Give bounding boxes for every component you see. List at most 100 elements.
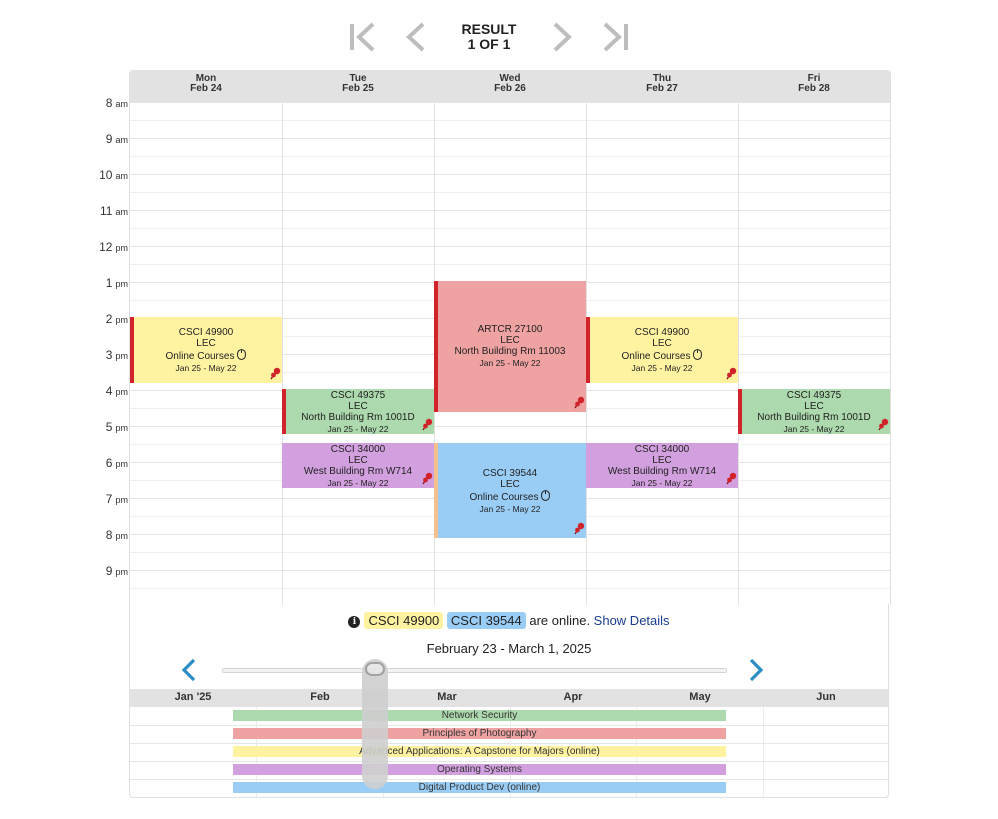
event-csci-34000-tue[interactable]: CSCI 34000 LEC West Building Rm W714 Jan… [282,443,434,488]
timeline-header: Jan '25 Feb Mar Apr May Jun [130,689,888,707]
result-label: RESULT [461,21,517,37]
previous-week-arrow-icon[interactable] [178,657,200,683]
first-result-button[interactable] [346,20,380,54]
half-hour-gridline [130,588,890,589]
calendar-header: Mon Feb 24 Tue Feb 25 Wed Feb 26 Thu Feb 27 … [130,71,890,102]
chevron-left-icon [406,22,425,52]
pushpin-icon[interactable] [877,418,889,432]
event-artcr-27100-wed[interactable]: ARTCR 27100 LEC North Building Rm 11003 … [434,281,586,412]
hour-label: 4 pm [105,384,128,398]
month-label: Jun [816,691,836,703]
next-week-arrow-icon[interactable] [745,657,767,683]
event-csci-49375-fri[interactable]: CSCI 49375 LEC North Building Rm 1001D J… [738,389,890,434]
hour-label: 2 pm [105,312,128,326]
hour-label: 8 pm [105,528,128,542]
event-type: LEC [652,338,672,349]
half-hour-gridline [130,228,890,229]
event-type: LEC [500,479,520,490]
day-header-mon: Mon Feb 24 [190,73,222,94]
month-label: Jan '25 [174,691,212,703]
hour-gridline [130,102,890,103]
event-location: Online Courses [434,490,586,503]
pushpin-icon[interactable] [725,367,737,381]
event-dates: Jan 25 - May 22 [175,363,237,373]
pushpin-icon[interactable] [725,472,737,486]
last-page-icon [603,22,628,52]
event-csci-39544-wed[interactable]: CSCI 39544 LEC Online Courses Jan 25 - M… [434,443,586,538]
event-dates: Jan 25 - May 22 [479,504,541,514]
hour-label: 7 pm [105,492,128,506]
event-course: CSCI 39544 [482,468,538,479]
event-dates: Jan 25 - May 22 [631,478,693,488]
event-location: West Building Rm W714 [303,466,413,477]
event-location: North Building Rm 11003 [454,346,566,357]
event-type: LEC [500,335,520,346]
event-dates: Jan 25 - May 22 [631,363,693,373]
event-location: Online Courses [130,349,282,362]
event-type: LEC [348,401,368,412]
event-csci-49900-thu[interactable]: CSCI 49900 LEC Online Courses Jan 25 - M… [586,317,738,383]
half-hour-gridline [130,192,890,193]
online-notice-panel: i CSCI 49900 CSCI 39544 are online. Show … [129,604,889,690]
hour-label: 5 pm [105,420,128,434]
week-slider-handle[interactable] [362,659,388,789]
half-hour-gridline [130,264,890,265]
day-header-tue: Tue Feb 25 [342,73,374,94]
event-csci-49375-tue[interactable]: CSCI 49375 LEC North Building Rm 1001D J… [282,389,434,434]
week-range: February 23 - March 1, 2025 [426,641,592,656]
hour-label: 3 pm [105,348,128,362]
half-hour-gridline [130,120,890,121]
half-hour-gridline [130,552,890,553]
day-divider [738,102,739,605]
timeline-bar-operating-systems[interactable]: Operating Systems [233,764,726,775]
online-notice-text: are online. [525,613,594,628]
event-course: CSCI 34000 [634,444,690,455]
event-location: North Building Rm 1001D [301,412,415,423]
last-result-button[interactable] [598,20,632,54]
online-course-tag[interactable]: CSCI 49900 [364,612,444,629]
day-header-fri: Fri Feb 28 [798,73,830,94]
result-count: 1 OF 1 [467,36,511,52]
pushpin-icon[interactable] [421,472,433,486]
timeline-bar-digital-product-dev[interactable]: Digital Product Dev (online) [233,782,726,793]
event-type: LEC [652,455,672,466]
timeline-bar-network-security[interactable]: Network Security [233,710,726,721]
timeline-bar-principles-of-photography[interactable]: Principles of Photography [233,728,726,739]
online-course-tag[interactable]: CSCI 39544 [446,612,526,629]
event-dates: Jan 25 - May 22 [479,358,541,368]
event-location: Online Courses [586,349,738,362]
month-label: Feb [310,691,330,703]
event-location: North Building Rm 1001D [757,412,871,423]
term-timeline: Jan '25 Feb Mar Apr May Jun Network Secu… [129,689,889,798]
hour-label: 8 am [105,96,128,110]
event-course: CSCI 49375 [330,390,386,401]
hour-gridline [130,138,890,139]
month-label: May [689,691,711,703]
first-page-icon [350,22,375,52]
show-details-link[interactable]: Show Details [594,613,670,628]
event-dates: Jan 25 - May 22 [327,478,389,488]
event-dates: Jan 25 - May 22 [327,424,389,434]
pushpin-icon[interactable] [573,522,585,536]
hour-label: 6 pm [105,456,128,470]
previous-result-button[interactable] [399,20,433,54]
event-csci-34000-thu[interactable]: CSCI 34000 LEC West Building Rm W714 Jan… [586,443,738,488]
hour-gridline [130,210,890,211]
event-course: CSCI 49900 [634,327,690,338]
weekly-calendar: Mon Feb 24 Tue Feb 25 Wed Feb 26 Thu Feb 27 … [129,70,891,605]
event-location: West Building Rm W714 [607,466,717,477]
event-type: LEC [804,401,824,412]
hour-label: 10 am [99,168,128,182]
hour-gridline [130,570,890,571]
event-csci-49900-mon[interactable]: CSCI 49900 LEC Online Courses Jan 25 - M… [130,317,282,383]
week-slider-track[interactable] [222,668,727,673]
event-dates: Jan 25 - May 22 [783,424,845,434]
pushpin-icon[interactable] [421,418,433,432]
pushpin-icon[interactable] [269,367,281,381]
hour-gridline [130,174,890,175]
next-result-button[interactable] [545,20,579,54]
timeline-bar-capstone[interactable]: Advanced Applications: A Capstone for Ma… [233,746,726,757]
slider-grip [365,662,385,676]
hour-label: 1 pm [105,276,128,290]
pushpin-icon[interactable] [573,396,585,410]
